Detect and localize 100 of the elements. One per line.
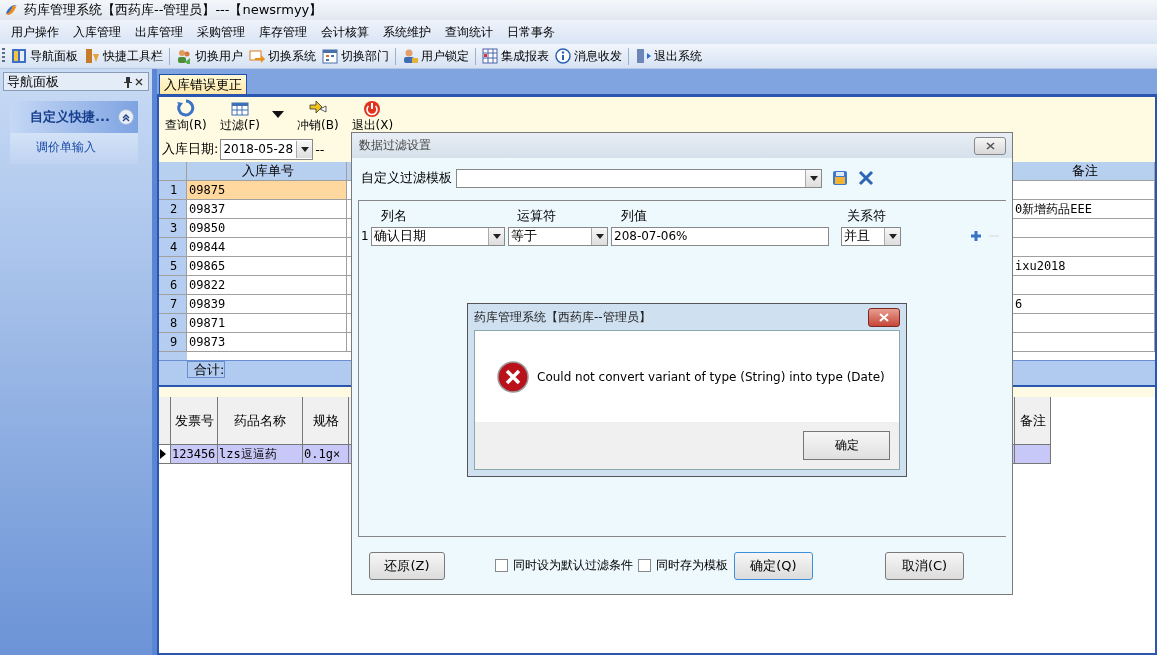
refresh-icon bbox=[175, 99, 196, 117]
row-number: 9 bbox=[159, 333, 187, 352]
column-header: 发票号 bbox=[171, 397, 218, 445]
column-header: 规格 bbox=[303, 397, 349, 445]
filter-grid-icon bbox=[229, 99, 250, 117]
exit-icon bbox=[635, 48, 651, 64]
menu-item[interactable]: 库存管理 bbox=[252, 23, 314, 41]
table-cell[interactable]: 09844 bbox=[187, 238, 347, 257]
column-header: 备注 bbox=[1013, 162, 1155, 181]
toolbar-button[interactable]: 消息收发 bbox=[552, 46, 625, 66]
app-logo-icon bbox=[4, 3, 18, 17]
field-label: 入库日期: bbox=[162, 140, 219, 158]
operator-dropdown[interactable]: 等于 bbox=[508, 226, 608, 246]
date-picker[interactable]: 2018-05-28 bbox=[220, 138, 314, 160]
caret-icon bbox=[492, 233, 501, 239]
ok-button[interactable]: 确定 bbox=[803, 431, 890, 460]
table-cell[interactable]: 09865 bbox=[187, 257, 347, 276]
user-lock-icon bbox=[402, 48, 418, 64]
row-number: 2 bbox=[159, 200, 187, 219]
column-header: 关系符 bbox=[847, 207, 887, 225]
menu-item[interactable]: 用户操作 bbox=[4, 23, 66, 41]
table-cell[interactable]: 09871 bbox=[187, 314, 347, 333]
toolbar-button[interactable]: 切换系统 bbox=[246, 46, 319, 66]
total-label: 合计: bbox=[187, 361, 226, 378]
toolbar-button[interactable]: 切换用户 bbox=[173, 46, 246, 66]
toolbar-button[interactable]: 集成报表 bbox=[479, 46, 552, 66]
field-label: 自定义过滤模板 bbox=[361, 169, 452, 187]
collapse-icon[interactable] bbox=[118, 109, 134, 125]
save-icon[interactable] bbox=[832, 170, 848, 186]
menu-item[interactable]: 查询统计 bbox=[438, 23, 500, 41]
column-header: 药品名称 bbox=[218, 397, 303, 445]
caret-icon bbox=[300, 146, 309, 152]
cancel-button[interactable]: 取消(C) bbox=[885, 551, 964, 580]
ok-button[interactable]: 确定(Q) bbox=[734, 551, 813, 580]
column-dropdown[interactable]: 确认日期 bbox=[371, 226, 505, 246]
close-icon bbox=[985, 141, 995, 150]
calendar-icon bbox=[322, 48, 338, 64]
delete-icon[interactable] bbox=[858, 170, 874, 186]
power-icon bbox=[362, 99, 383, 117]
caret-icon bbox=[888, 233, 897, 239]
reset-button[interactable]: 还原(Z) bbox=[369, 551, 445, 580]
report-icon bbox=[482, 48, 498, 64]
table-cell[interactable]: 09873 bbox=[187, 333, 347, 352]
toolbar-button[interactable]: 过滤(F) bbox=[217, 99, 286, 134]
table-cell[interactable]: 09839 bbox=[187, 295, 347, 314]
panel-title: 导航面板 bbox=[7, 72, 60, 91]
close-button[interactable] bbox=[974, 136, 1006, 155]
toolbar-button[interactable]: 切换部门 bbox=[319, 46, 392, 66]
row-number: 1 bbox=[361, 229, 370, 243]
nav-group-header[interactable]: 自定义快捷... bbox=[10, 101, 138, 133]
column-header: 列值 bbox=[621, 207, 648, 225]
column-header: 备注 bbox=[1015, 397, 1051, 445]
menu-item[interactable]: 日常事务 bbox=[500, 23, 562, 41]
tools-icon bbox=[84, 48, 100, 64]
column-header: 运算符 bbox=[517, 207, 557, 225]
menu-item[interactable]: 会计核算 bbox=[314, 23, 376, 41]
document-tab[interactable]: 入库错误更正 bbox=[159, 74, 247, 94]
info-icon bbox=[555, 48, 571, 64]
panel-icon bbox=[11, 48, 27, 64]
dialog-title: 药库管理系统【西药库--管理员】 bbox=[474, 308, 652, 326]
toolbar-button[interactable]: 查询(R) bbox=[163, 99, 209, 134]
row-number: 6 bbox=[159, 276, 187, 295]
row-number: 1 bbox=[159, 181, 187, 200]
row-number: 5 bbox=[159, 257, 187, 276]
row-number: 7 bbox=[159, 295, 187, 314]
menu-item[interactable]: 采购管理 bbox=[190, 23, 252, 41]
table-cell[interactable]: 09850 bbox=[187, 219, 347, 238]
caret-icon bbox=[271, 111, 284, 119]
menu-item[interactable]: 系统维护 bbox=[376, 23, 438, 41]
value-field[interactable]: 208-07-06% bbox=[611, 226, 829, 246]
table-cell: lzs逗逼药 bbox=[218, 445, 303, 464]
toolbar-button[interactable]: 冲销(B) bbox=[294, 99, 341, 134]
caret-icon bbox=[809, 175, 818, 181]
users-icon bbox=[176, 48, 192, 64]
close-button[interactable] bbox=[868, 307, 900, 327]
checkbox[interactable]: 同时存为模板 bbox=[638, 557, 728, 574]
column-header: 列名 bbox=[381, 207, 408, 225]
row-number: 3 bbox=[159, 219, 187, 238]
menu-item[interactable]: 入库管理 bbox=[66, 23, 128, 41]
table-cell[interactable]: 09822 bbox=[187, 276, 347, 295]
relation-dropdown[interactable]: 并且 bbox=[841, 226, 901, 246]
column-header: 入库单号 bbox=[187, 162, 347, 181]
pin-icon[interactable] bbox=[123, 75, 133, 88]
checkbox[interactable]: 同时设为默认过滤条件 bbox=[495, 557, 633, 574]
template-dropdown[interactable] bbox=[456, 168, 822, 188]
menu-item[interactable]: 出库管理 bbox=[128, 23, 190, 41]
header-cell bbox=[159, 162, 187, 181]
error-icon bbox=[497, 360, 529, 393]
toolbar-button[interactable]: 用户锁定 bbox=[399, 46, 472, 66]
add-icon[interactable] bbox=[970, 230, 982, 242]
window-title: 药库管理系统【西药库--管理员】---【newsrmyy】 bbox=[24, 1, 323, 19]
toolbar-button[interactable]: 快捷工具栏 bbox=[81, 46, 166, 66]
switch-icon bbox=[249, 48, 265, 64]
row-number: 8 bbox=[159, 314, 187, 333]
table-cell[interactable]: 09837 bbox=[187, 200, 347, 219]
toolbar-button[interactable]: 退出系统 bbox=[632, 46, 705, 66]
table-cell[interactable]: 09875 bbox=[187, 181, 347, 200]
toolbar-button[interactable]: 导航面板 bbox=[8, 46, 81, 66]
table-cell: 123456' bbox=[171, 445, 218, 464]
table-cell: 0.1g× bbox=[303, 445, 349, 464]
